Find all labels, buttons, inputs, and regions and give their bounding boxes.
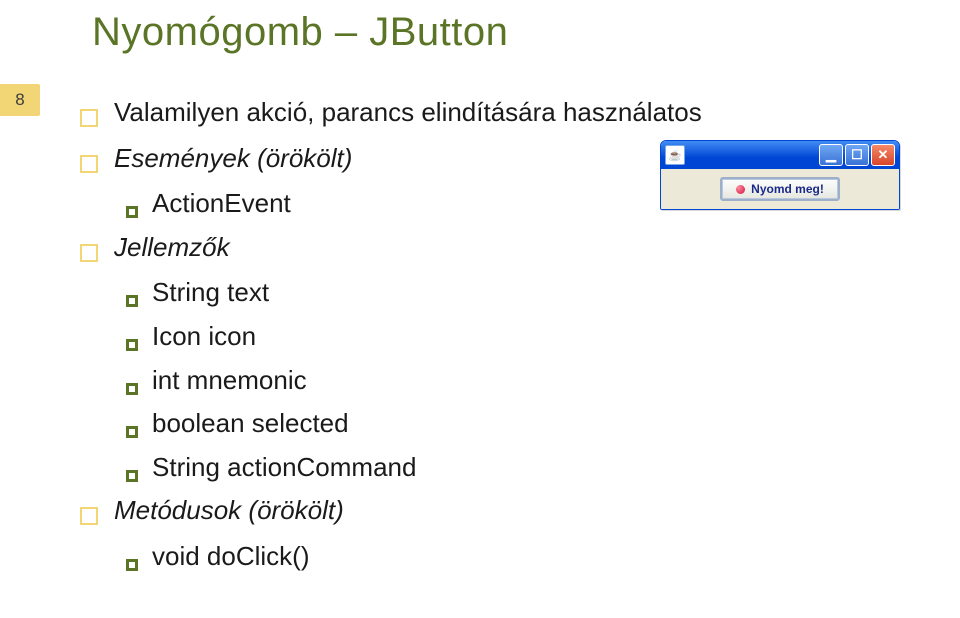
bullet-text: String text: [152, 272, 269, 314]
square-bullet-icon: [80, 507, 98, 525]
filled-square-bullet-icon: [126, 295, 138, 307]
window-body: Nyomd meg!: [661, 169, 899, 209]
filled-square-bullet-icon: [126, 426, 138, 438]
bullet-item: Jellemzők: [80, 227, 702, 269]
close-button[interactable]: ✕: [871, 144, 895, 166]
bullet-text: Események (örökölt): [114, 138, 352, 180]
java-cup-glyph: ☕: [668, 149, 682, 162]
example-window: ☕ ▁ ☐ ✕ Nyomd meg!: [660, 140, 900, 210]
minimize-button[interactable]: ▁: [819, 144, 843, 166]
example-jbutton[interactable]: Nyomd meg!: [720, 177, 840, 201]
bullet-item: String text: [126, 272, 702, 314]
bullet-item: void doClick(): [126, 536, 702, 578]
square-bullet-icon: [80, 155, 98, 173]
bullet-text: Icon icon: [152, 316, 256, 358]
bullet-item: Események (örökölt): [80, 138, 702, 180]
minimize-icon: ▁: [826, 147, 836, 163]
bullet-text: Valamilyen akció, parancs elindítására h…: [114, 92, 702, 134]
window-titlebar: ☕ ▁ ☐ ✕: [661, 141, 899, 169]
bullet-item: String actionCommand: [126, 447, 702, 489]
filled-square-bullet-icon: [126, 383, 138, 395]
jbutton-label: Nyomd meg!: [751, 182, 824, 196]
java-icon: ☕: [665, 145, 685, 165]
slide-title: Nyomógomb – JButton: [92, 10, 508, 55]
page-number-badge: 8: [0, 84, 40, 116]
bullet-item: boolean selected: [126, 403, 702, 445]
bullet-item: Metódusok (örökölt): [80, 490, 702, 532]
square-bullet-icon: [80, 244, 98, 262]
slide-content: Valamilyen akció, parancs elindítására h…: [80, 92, 702, 580]
bullet-text: void doClick(): [152, 536, 310, 578]
bullet-text: String actionCommand: [152, 447, 416, 489]
maximize-icon: ☐: [851, 147, 863, 163]
bullet-item: Icon icon: [126, 316, 702, 358]
bullet-text: Metódusok (örökölt): [114, 490, 344, 532]
close-icon: ✕: [878, 147, 889, 163]
red-dot-icon: [736, 185, 745, 194]
bullet-text: boolean selected: [152, 403, 349, 445]
maximize-button[interactable]: ☐: [845, 144, 869, 166]
filled-square-bullet-icon: [126, 559, 138, 571]
bullet-item: int mnemonic: [126, 360, 702, 402]
filled-square-bullet-icon: [126, 470, 138, 482]
window-buttons: ▁ ☐ ✕: [819, 144, 895, 166]
filled-square-bullet-icon: [126, 206, 138, 218]
slide: Nyomógomb – JButton 8 Valamilyen akció, …: [0, 0, 960, 618]
bullet-item: Valamilyen akció, parancs elindítására h…: [80, 92, 702, 134]
filled-square-bullet-icon: [126, 339, 138, 351]
bullet-item: ActionEvent: [126, 183, 702, 225]
bullet-text: Jellemzők: [114, 227, 230, 269]
bullet-text: int mnemonic: [152, 360, 307, 402]
bullet-text: ActionEvent: [152, 183, 291, 225]
square-bullet-icon: [80, 109, 98, 127]
